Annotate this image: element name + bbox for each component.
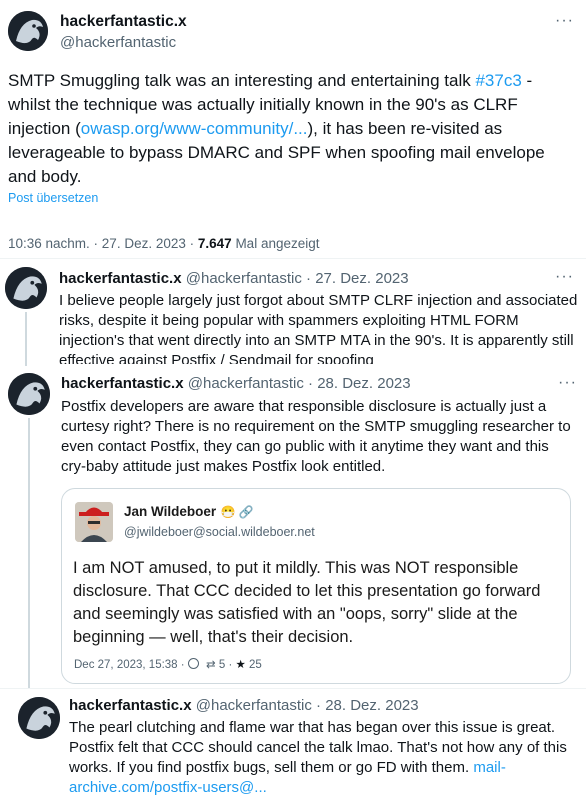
- view-count: 7.647: [197, 236, 232, 251]
- globe-icon: [187, 658, 199, 669]
- avatar-reply-3[interactable]: [18, 697, 60, 739]
- quote-handle[interactable]: @jwildeboer@social.wildeboer.net: [124, 525, 315, 539]
- more-options-icon[interactable]: ···: [555, 13, 574, 29]
- dragon-avatar-icon: [8, 373, 50, 415]
- reply-3-meta[interactable]: @hackerfantastic · 28. Dez. 2023: [196, 697, 419, 714]
- reply-3-display-name[interactable]: hackerfantastic.x: [69, 697, 192, 714]
- quote-author: Jan Wildeboer 😷 🔗: [124, 503, 254, 521]
- thread-line: [25, 312, 27, 366]
- main-tweet-text: SMTP Smuggling talk was an interesting a…: [8, 69, 570, 189]
- main-text-1: SMTP Smuggling talk was an interesting a…: [8, 71, 476, 90]
- avatar-reply-2[interactable]: [8, 373, 50, 415]
- timestamp-line: 10:36 nachm. · 27. Dez. 2023 · 7.647 Mal…: [8, 236, 320, 251]
- reply-2-text: Postfix developers are aware that respon…: [61, 398, 571, 475]
- views-label: Mal angezeigt: [235, 236, 320, 251]
- person-red-hat-icon: [75, 502, 113, 542]
- quote-avatar: [75, 502, 113, 542]
- reply-1-text: I believe people largely just forgot abo…: [59, 292, 578, 364]
- reply-2-display-name[interactable]: hackerfantastic.x: [61, 375, 184, 392]
- reply-2-header: hackerfantastic.x @hackerfantastic · 28.…: [61, 375, 411, 392]
- reply-3-text: The pearl clutching and flame war that h…: [69, 718, 575, 798]
- main-handle[interactable]: @hackerfantastic: [60, 34, 176, 51]
- dragon-avatar-icon: [5, 267, 47, 309]
- divider: [0, 688, 586, 689]
- more-options-icon[interactable]: ···: [558, 375, 577, 391]
- dot-separator: ·: [228, 659, 233, 671]
- quoted-post-card[interactable]: Jan Wildeboer 😷 🔗 @jwildeboer@social.wil…: [61, 488, 571, 684]
- quote-footer: Dec 27, 2023, 15:38 · ⇄ 5 · ★ 25: [74, 657, 262, 671]
- quote-fav-count: 25: [249, 659, 262, 671]
- boost-icon[interactable]: ⇄: [206, 659, 216, 671]
- quote-author-name[interactable]: Jan Wildeboer: [124, 504, 216, 519]
- quote-author-emoji: 😷 🔗: [220, 505, 254, 519]
- hashtag-link[interactable]: #37c3: [475, 71, 521, 90]
- avatar-reply-1[interactable]: [5, 267, 47, 309]
- reply-1-display-name[interactable]: hackerfantastic.x: [59, 270, 182, 287]
- reply-1-meta[interactable]: @hackerfantastic · 27. Dez. 2023: [186, 270, 409, 287]
- avatar-main[interactable]: [8, 11, 48, 51]
- thread-line: [28, 418, 30, 688]
- quote-boost-count: 5: [218, 659, 226, 671]
- main-display-name[interactable]: hackerfantastic.x: [60, 13, 187, 31]
- more-options-icon[interactable]: ···: [555, 269, 574, 285]
- reply-2-meta[interactable]: @hackerfantastic · 28. Dez. 2023: [188, 375, 411, 392]
- reply-3-header: hackerfantastic.x @hackerfantastic · 28.…: [69, 697, 419, 714]
- reply-1-header: hackerfantastic.x @hackerfantastic · 27.…: [59, 270, 409, 287]
- divider: [0, 258, 586, 259]
- dragon-avatar-icon: [18, 697, 60, 739]
- timestamp[interactable]: 10:36 nachm. · 27. Dez. 2023 ·: [8, 236, 194, 251]
- translate-post-link[interactable]: Post übersetzen: [8, 191, 98, 205]
- dragon-avatar-icon: [8, 11, 48, 51]
- quote-text: I am NOT amused, to put it mildly. This …: [73, 559, 541, 646]
- star-icon[interactable]: ★: [236, 659, 246, 671]
- quote-date[interactable]: Dec 27, 2023, 15:38 ·: [74, 659, 185, 671]
- owasp-link[interactable]: owasp.org/www-community/...: [81, 119, 308, 138]
